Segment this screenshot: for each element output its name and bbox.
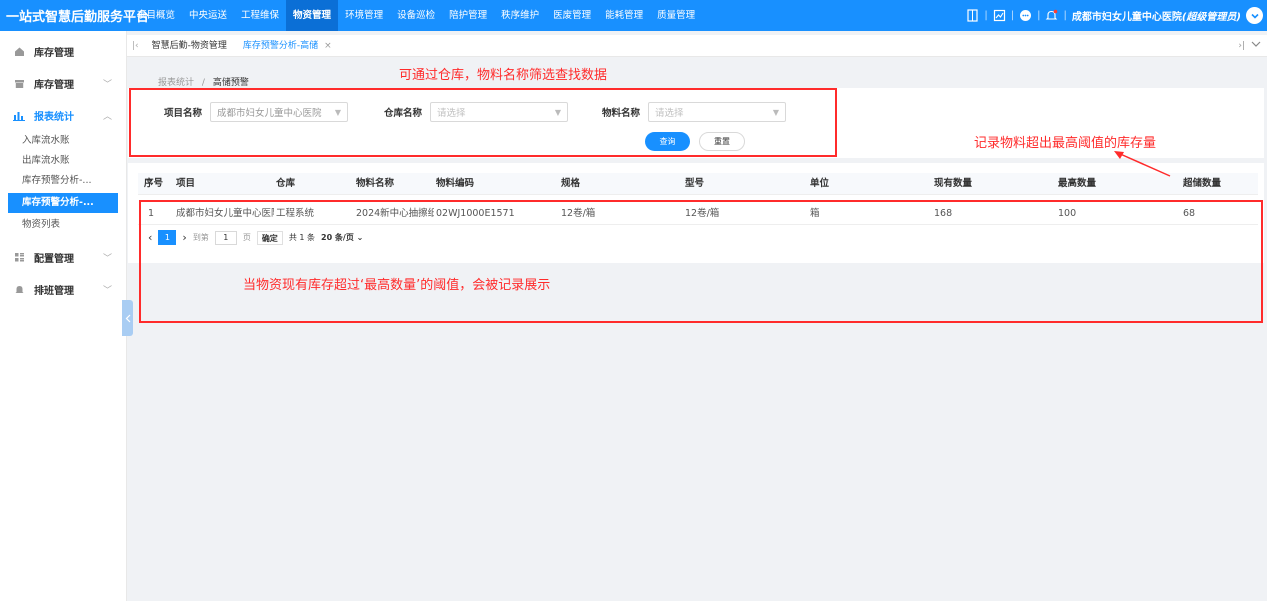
chart-board-icon[interactable] bbox=[993, 9, 1006, 22]
sidebar-collapse-handle[interactable] bbox=[122, 300, 133, 336]
sidebar-group-inventory-manage[interactable]: 库存管理 ﹀ bbox=[0, 67, 126, 99]
col-material-name: 物料名称 bbox=[356, 178, 395, 189]
sidebar-group-label: 库存管理 bbox=[34, 47, 74, 59]
sidebar-group-label: 库存管理 bbox=[34, 79, 74, 91]
nav-item-inspection[interactable]: 设备巡检 bbox=[390, 0, 442, 31]
tab-stock-warning-high[interactable]: 库存预警分析-高储 × bbox=[235, 35, 340, 57]
col-index: 序号 bbox=[144, 178, 164, 189]
nav-item-transport[interactable]: 中央运送 bbox=[182, 0, 234, 31]
grid-icon bbox=[12, 252, 26, 263]
col-current-qty: 现有数量 bbox=[934, 178, 973, 189]
sidebar-item-stock-warning-low[interactable]: 库存预警分析-... bbox=[0, 171, 126, 191]
sidebar-item-inbound-ledger[interactable]: 入库流水账 bbox=[0, 131, 126, 151]
chevron-down-icon[interactable] bbox=[1251, 41, 1261, 51]
tabs-scroll-right-icon[interactable]: ›| bbox=[1238, 41, 1245, 51]
nav-item-maintenance[interactable]: 工程维保 bbox=[234, 0, 286, 31]
breadcrumb: 报表统计 / 高储预警 bbox=[158, 75, 249, 88]
col-model: 型号 bbox=[685, 178, 705, 189]
col-material-code: 物料编码 bbox=[436, 178, 475, 189]
current-user[interactable]: 成都市妇女儿童中心医院(超级管理员) bbox=[1072, 8, 1241, 23]
nav-item-materials[interactable]: 物资管理 bbox=[286, 0, 339, 31]
col-warehouse: 仓库 bbox=[276, 178, 296, 189]
bell-icon bbox=[12, 284, 26, 295]
sidebar-group-label: 配置管理 bbox=[34, 253, 74, 265]
divider: | bbox=[1037, 10, 1041, 21]
sidebar-group-schedule[interactable]: 排班管理 ﹀ bbox=[0, 273, 126, 305]
nav-item-energy[interactable]: 能耗管理 bbox=[598, 0, 650, 31]
col-unit: 单位 bbox=[810, 178, 830, 189]
chart-icon bbox=[12, 110, 26, 121]
filter-highlight-box bbox=[129, 88, 837, 157]
sidebar-group-inventory[interactable]: 库存管理 bbox=[0, 35, 126, 67]
sidebar-group-reports[interactable]: 报表统计 ︿ bbox=[0, 99, 126, 131]
sidebar-group-config[interactable]: 配置管理 ﹀ bbox=[0, 241, 126, 273]
tabs-right-controls: ›| bbox=[1238, 35, 1261, 57]
chevron-up-icon: ︿ bbox=[102, 111, 112, 122]
sidebar-item-outbound-ledger[interactable]: 出库流水账 bbox=[0, 151, 126, 171]
user-menu-chevron-icon[interactable] bbox=[1246, 7, 1263, 24]
sidebar-item-material-list[interactable]: 物资列表 bbox=[0, 215, 126, 235]
notification-bell-icon[interactable] bbox=[1045, 9, 1058, 22]
divider: | bbox=[1010, 10, 1015, 21]
nav-item-overview[interactable]: 项目概览 bbox=[130, 0, 182, 31]
app-brand: 一站式智慧后勤服务平台 bbox=[6, 10, 150, 25]
sidebar-group-label: 报表统计 bbox=[34, 111, 74, 123]
divider: | bbox=[1063, 10, 1067, 21]
filter-annotation: 可通过仓库，物料名称筛选查找数据 bbox=[399, 68, 608, 83]
breadcrumb-current: 高储预警 bbox=[212, 78, 249, 88]
col-spec: 规格 bbox=[561, 178, 581, 189]
tab-label: 库存预警分析-高储 bbox=[242, 40, 319, 51]
nav-item-order[interactable]: 秩序维护 bbox=[494, 0, 546, 31]
top-right-tools: | | | | 成都市妇女儿童中心医院(超级管理员) bbox=[966, 0, 1263, 31]
tab-materials-home[interactable]: 智慧后勤-物资管理 bbox=[144, 35, 235, 57]
nav-item-environment[interactable]: 环境管理 bbox=[338, 0, 390, 31]
col-project: 项目 bbox=[176, 178, 196, 189]
box-icon bbox=[12, 78, 26, 89]
sidebar: 库存管理 库存管理 ﹀ 报表统计 ︿ 入库流水账 出库流水账 库存预警分析-..… bbox=[0, 31, 127, 601]
nav-item-medical-waste[interactable]: 医废管理 bbox=[546, 0, 598, 31]
nav-item-quality[interactable]: 质量管理 bbox=[650, 0, 702, 31]
annotation-arrow-icon bbox=[1114, 151, 1171, 177]
sidebar-item-stock-warning-high[interactable]: 库存预警分析-... bbox=[8, 193, 118, 213]
page-tabs-bar: |‹ 智慧后勤-物资管理 库存预警分析-高储 × ›| bbox=[127, 35, 1267, 57]
chevron-down-icon: ﹀ bbox=[102, 253, 112, 264]
top-nav: 项目概览 中央运送 工程维保 物资管理 环境管理 设备巡检 陪护管理 秩序维护 … bbox=[130, 0, 702, 31]
col-max-qty: 最高数量 bbox=[1058, 178, 1097, 189]
table-annotation: 当物资现有库存超过‘最高数量’的阈值，会被记录展示 bbox=[243, 278, 551, 293]
table-highlight-box bbox=[139, 200, 1263, 323]
chevron-down-icon: ﹀ bbox=[102, 79, 112, 90]
breadcrumb-separator: / bbox=[201, 78, 205, 88]
home-icon bbox=[12, 46, 26, 57]
table-header: 序号 项目 仓库 物料名称 物料编码 规格 型号 单位 现有数量 最高数量 超储… bbox=[138, 173, 1258, 195]
chevron-down-icon: ﹀ bbox=[102, 285, 112, 296]
breadcrumb-parent[interactable]: 报表统计 bbox=[158, 78, 194, 88]
close-icon[interactable]: × bbox=[324, 41, 332, 51]
divider: | bbox=[984, 10, 988, 21]
nav-item-escort[interactable]: 陪护管理 bbox=[442, 0, 494, 31]
book-icon[interactable] bbox=[966, 9, 979, 22]
top-navigation-bar: 一站式智慧后勤服务平台 项目概览 中央运送 工程维保 物资管理 环境管理 设备巡… bbox=[0, 0, 1267, 31]
tabs-scroll-left-icon[interactable]: |‹ bbox=[127, 41, 144, 51]
sidebar-group-label: 排班管理 bbox=[34, 285, 74, 297]
message-icon[interactable] bbox=[1019, 9, 1032, 22]
col-overstock-qty: 超储数量 bbox=[1183, 178, 1222, 189]
